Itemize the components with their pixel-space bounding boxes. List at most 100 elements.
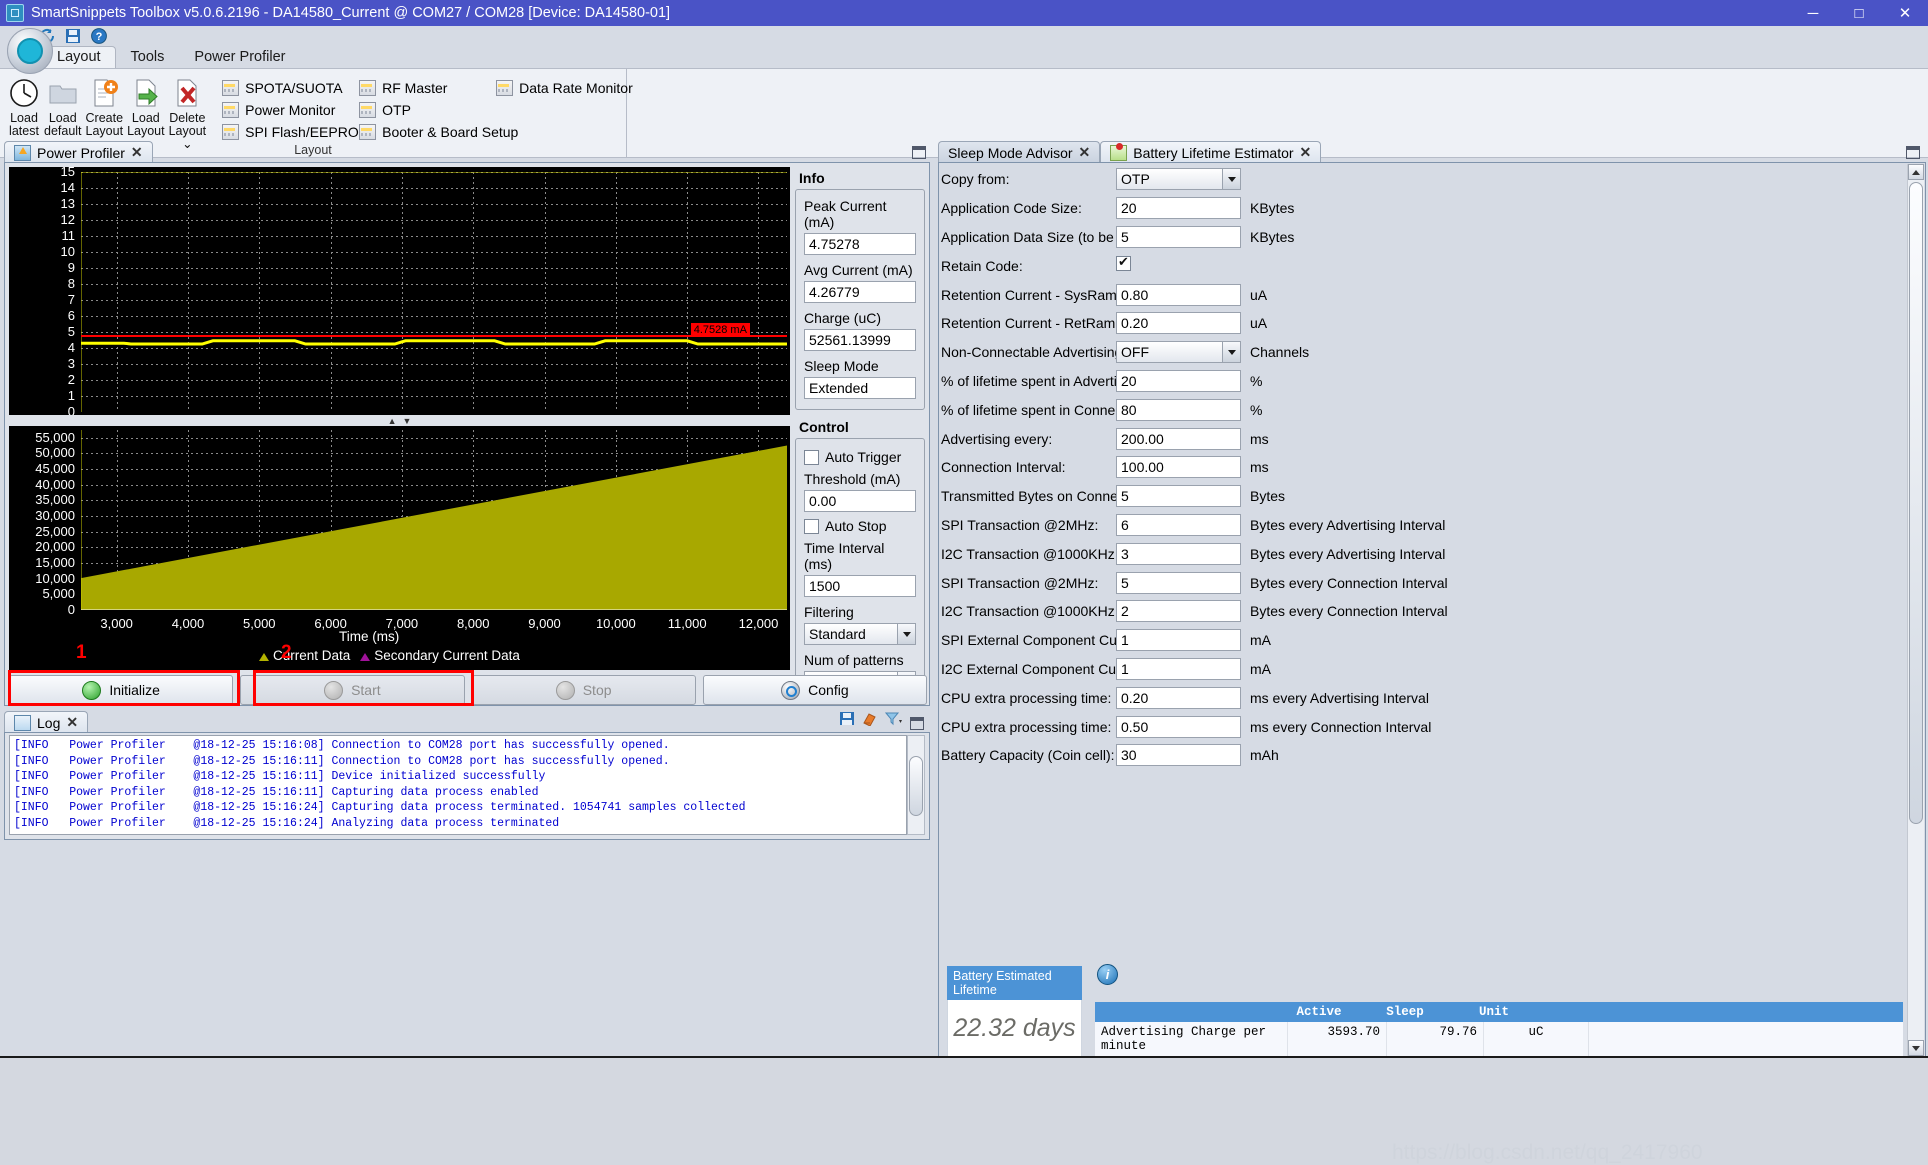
info-icon[interactable]: i xyxy=(1097,964,1118,985)
maximize-button[interactable]: □ xyxy=(1836,0,1882,26)
save-icon[interactable] xyxy=(64,27,82,45)
estimator-input[interactable] xyxy=(1116,715,1241,738)
time-interval-input[interactable] xyxy=(804,575,916,597)
load-layout-button[interactable]: Load Layout ⌄ xyxy=(125,73,167,151)
filter-icon[interactable] xyxy=(884,711,903,730)
filtering-label: Filtering xyxy=(804,604,854,620)
ribbon-tab-layout[interactable]: Layout xyxy=(42,46,116,68)
close-icon[interactable]: ✕ xyxy=(1079,144,1091,161)
info-control-column: Info Peak Current (mA) Avg Current (mA) … xyxy=(795,167,925,704)
close-icon[interactable]: ✕ xyxy=(1300,144,1312,161)
scroll-down-icon[interactable] xyxy=(1908,1040,1924,1056)
close-button[interactable]: ✕ xyxy=(1882,0,1928,26)
estimator-row-control xyxy=(1116,744,1241,767)
estimator-input[interactable] xyxy=(1116,312,1241,335)
estimator-input[interactable] xyxy=(1116,657,1241,680)
estimator-input[interactable] xyxy=(1116,369,1241,392)
tab-battery-lifetime-estimator[interactable]: Battery Lifetime Estimator ✕ xyxy=(1100,141,1322,163)
estimator-input[interactable] xyxy=(1116,600,1241,623)
splitter-up-icon[interactable]: ▲ xyxy=(388,416,397,426)
log-scrollbar[interactable] xyxy=(907,735,925,835)
estimator-input[interactable] xyxy=(1116,686,1241,709)
estimator-input[interactable] xyxy=(1116,485,1241,508)
y-tick-label: 7 xyxy=(67,292,75,307)
estimator-input[interactable] xyxy=(1116,571,1241,594)
table-row[interactable]: Advertising Charge per minute 3593.70 79… xyxy=(1095,1022,1903,1057)
avg-current-input[interactable] xyxy=(804,281,916,303)
log-scrollbar-thumb[interactable] xyxy=(909,756,923,816)
current-chart[interactable]: Current (mA) 1514131211109876543210 4.75… xyxy=(9,167,790,415)
log-text-area[interactable]: [INFO Power Profiler @18-12-25 15:16:08]… xyxy=(9,735,907,835)
load-latest-button[interactable]: Load latest xyxy=(6,73,42,138)
sleep-mode-input[interactable] xyxy=(804,377,916,399)
chart-splitter[interactable]: ▲ ▼ xyxy=(9,415,790,426)
chevron-down-icon[interactable] xyxy=(1222,169,1240,190)
estimator-checkbox[interactable] xyxy=(1116,254,1131,272)
chevron-down-icon[interactable] xyxy=(1222,342,1240,363)
ribbon-item-otp[interactable]: OTP xyxy=(359,99,484,121)
clear-icon[interactable] xyxy=(862,711,878,730)
filtering-select[interactable]: Standard xyxy=(804,623,916,645)
estimator-input[interactable] xyxy=(1116,513,1241,536)
load-default-button[interactable]: Load default xyxy=(42,73,84,138)
close-icon[interactable]: ✕ xyxy=(131,144,143,161)
auto-stop-row[interactable]: Auto Stop xyxy=(804,518,916,534)
estimator-input[interactable] xyxy=(1116,427,1241,450)
estimator-row: SPI Transaction @2MHz: Bytes every Advert… xyxy=(941,511,1907,540)
estimator-input[interactable] xyxy=(1116,197,1241,220)
ribbon-item-rf-master[interactable]: RF Master xyxy=(359,77,484,99)
tab-sleep-mode-advisor[interactable]: Sleep Mode Advisor ✕ xyxy=(938,141,1101,163)
estimator-input[interactable] xyxy=(1116,283,1241,306)
y-tick-label: 45,000 xyxy=(35,461,75,477)
estimator-input[interactable] xyxy=(1116,629,1241,652)
legend-swatch-current xyxy=(259,653,269,661)
charge-chart[interactable]: Charge (uC) 55,00050,00045,00040,00035,0… xyxy=(9,426,790,670)
splitter-down-icon[interactable]: ▼ xyxy=(403,416,412,426)
peak-current-input[interactable] xyxy=(804,233,916,255)
estimator-select[interactable]: OTP xyxy=(1116,168,1241,191)
panel-minimize-icon[interactable] xyxy=(912,146,926,159)
scroll-up-icon[interactable] xyxy=(1908,164,1924,180)
log-minimize-icon[interactable] xyxy=(910,717,924,730)
save-icon[interactable] xyxy=(839,711,855,730)
estimator-minimize-icon[interactable] xyxy=(1906,146,1920,159)
create-layout-button[interactable]: Create Layout xyxy=(84,73,126,138)
app-icon xyxy=(6,4,24,22)
estimator-rows: Copy from: OTP Application Code Size: KByte… xyxy=(941,165,1907,770)
estimator-scrollbar-thumb[interactable] xyxy=(1909,182,1923,824)
ribbon-item-booter-board-setup[interactable]: Booter & Board Setup xyxy=(359,121,518,143)
auto-trigger-checkbox[interactable] xyxy=(804,449,819,465)
estimator-input[interactable] xyxy=(1116,225,1241,248)
estimator-row-label: Non-Connectable Advertising mode: xyxy=(941,344,1166,361)
estimator-input[interactable] xyxy=(1116,744,1241,767)
ribbon-tab-power-profiler[interactable]: Power Profiler xyxy=(179,46,300,68)
close-icon[interactable]: ✕ xyxy=(66,714,78,731)
create-layout-line2: Layout xyxy=(85,124,124,138)
auto-stop-checkbox[interactable] xyxy=(804,518,819,534)
app-orb-button[interactable] xyxy=(7,28,53,74)
charge-input[interactable] xyxy=(804,329,916,351)
stop-button[interactable]: Stop xyxy=(471,675,696,705)
delete-layout-button[interactable]: Delete Layout ⌄ xyxy=(167,73,209,151)
ribbon-tab-tools[interactable]: Tools xyxy=(116,46,180,68)
estimator-row-unit: Bytes every Connection Interval xyxy=(1250,574,1448,591)
help-icon[interactable]: ? xyxy=(90,27,108,45)
tab-log[interactable]: Log ✕ xyxy=(4,711,89,733)
battery-estimated-lifetime-box: Battery Estimated Lifetime 22.32 days xyxy=(947,966,1082,1057)
ribbon-item-spi-flash-eeprom[interactable]: SPI Flash/EEPROM xyxy=(222,121,370,143)
estimator-input[interactable] xyxy=(1116,398,1241,421)
chevron-down-icon[interactable] xyxy=(897,624,915,644)
ribbon-item-spota-suota[interactable]: SPOTA/SUOTA xyxy=(222,77,347,99)
tab-power-profiler[interactable]: Power Profiler ✕ xyxy=(4,141,153,163)
ribbon-item-power-monitor[interactable]: Power Monitor xyxy=(222,99,347,121)
minimize-button[interactable]: ─ xyxy=(1790,0,1836,26)
ribbon-item-data-rate-monitor[interactable]: Data Rate Monitor xyxy=(496,77,646,99)
estimator-row: % of lifetime spent in Connection:% xyxy=(941,395,1907,424)
estimator-select[interactable]: OFF xyxy=(1116,341,1241,364)
estimator-scrollbar[interactable] xyxy=(1907,164,1924,1056)
estimator-input[interactable] xyxy=(1116,456,1241,479)
config-button[interactable]: Config xyxy=(702,675,927,705)
auto-trigger-row[interactable]: Auto Trigger xyxy=(804,449,916,465)
threshold-input[interactable] xyxy=(804,490,916,512)
estimator-input[interactable] xyxy=(1116,542,1241,565)
